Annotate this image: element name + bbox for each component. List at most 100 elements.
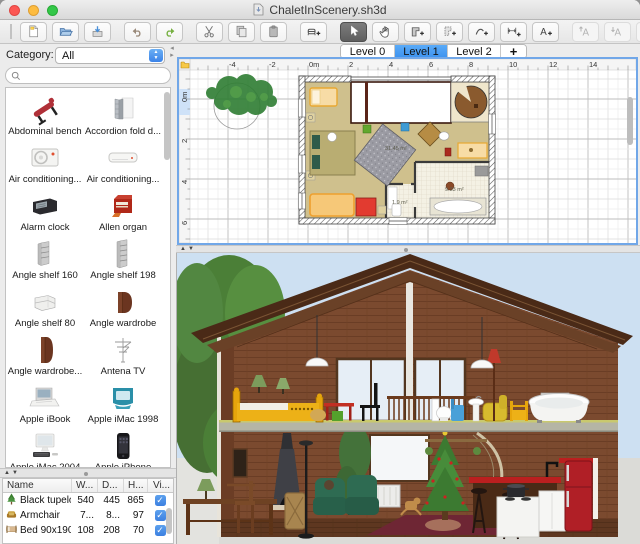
- create-dimensions-button[interactable]: [500, 22, 527, 42]
- category-value: All: [62, 50, 74, 62]
- catalog-item[interactable]: Abdominal bench: [6, 90, 84, 138]
- catalog-item[interactable]: Air conditioning...: [6, 138, 84, 186]
- catalog-item[interactable]: Accordion fold d...: [84, 90, 162, 138]
- column-header-w[interactable]: W...: [71, 479, 97, 492]
- new-plan-button[interactable]: [20, 22, 47, 42]
- catalog-item[interactable]: Angle shelf 160: [6, 234, 84, 282]
- create-walls-button[interactable]: [404, 22, 431, 42]
- save-plan-button[interactable]: [84, 22, 111, 42]
- ruler-label: 10: [509, 60, 517, 69]
- search-field[interactable]: [5, 67, 171, 84]
- undo-icon: [130, 24, 145, 39]
- furniture-name-text: Armchair: [20, 510, 60, 521]
- splitter-grip-icon: [404, 248, 408, 252]
- horizontal-ruler: [179, 59, 636, 70]
- catalog-item-label: Angle shelf 160: [12, 270, 78, 282]
- catalog-item-label: Abdominal bench: [8, 126, 81, 138]
- cell-visible: ✓: [147, 495, 173, 506]
- column-header-h[interactable]: H...: [123, 479, 147, 492]
- catalog-item-label: Angle wardrobe...: [8, 366, 82, 378]
- window-title: ChaletInScenery.sh3d: [269, 3, 386, 17]
- cell-h: 865: [123, 495, 147, 506]
- increase-text-size-button[interactable]: A: [572, 22, 599, 42]
- catalog-scrollbar[interactable]: [164, 92, 170, 160]
- decrease-text-size-icon: A: [610, 24, 625, 39]
- catalog-item[interactable]: Alarm clock: [6, 186, 84, 234]
- ruler-label: -2: [269, 60, 276, 69]
- catalog-item-label: Allen organ: [99, 222, 147, 234]
- create-rooms-button[interactable]: [436, 22, 463, 42]
- catalog-item[interactable]: Allen organ: [84, 186, 162, 234]
- catalog-item-label: Accordion fold d...: [85, 126, 161, 138]
- panel-collapse-arrows[interactable]: ◂▸: [168, 45, 176, 59]
- catalog-item[interactable]: Apple iPhone: [84, 426, 162, 468]
- create-dimensions-icon: [506, 24, 521, 39]
- catalog-item[interactable]: Apple iBook: [6, 378, 84, 426]
- bold-button[interactable]: A: [636, 22, 640, 42]
- search-input[interactable]: [21, 69, 170, 82]
- catalog-table-splitter[interactable]: ▲▼: [0, 468, 176, 478]
- zoom-window-button[interactable]: [47, 5, 58, 16]
- furniture-row[interactable]: Bed 90x19010820870✓: [3, 523, 173, 538]
- apple-imac-1998-icon: [106, 380, 140, 414]
- cut-button[interactable]: [196, 22, 223, 42]
- catalog-item[interactable]: Angle shelf 80: [6, 282, 84, 330]
- toolbar-handle[interactable]: [10, 24, 12, 39]
- title-bar[interactable]: ChaletInScenery.sh3d: [0, 0, 640, 20]
- copy-button[interactable]: [228, 22, 255, 42]
- apple-imac-2004-icon: [28, 428, 62, 462]
- redo-button[interactable]: [156, 22, 183, 42]
- visible-checkbox[interactable]: ✓: [155, 525, 166, 536]
- cell-w: 7...: [71, 510, 97, 521]
- plan-3d-splitter[interactable]: ▲▼: [176, 245, 640, 253]
- add-furniture-button[interactable]: [300, 22, 327, 42]
- catalog-item[interactable]: Angle wardrobe: [84, 282, 162, 330]
- open-plan-button[interactable]: [52, 22, 79, 42]
- ruler-label: 6: [429, 60, 433, 69]
- catalog-item[interactable]: Apple iMac 1998: [84, 378, 162, 426]
- close-button[interactable]: [9, 5, 20, 16]
- splitter-collapse-icons[interactable]: ▲▼: [4, 470, 20, 476]
- plan-scrollbar[interactable]: [627, 97, 633, 145]
- furniture-name-text: Black tupelo: [20, 495, 71, 506]
- column-header-d[interactable]: D...: [97, 479, 123, 492]
- undo-button[interactable]: [124, 22, 151, 42]
- paste-icon: [266, 24, 281, 39]
- alarm-clock-icon: [28, 188, 62, 222]
- catalog-item[interactable]: Angle wardrobe...: [6, 330, 84, 378]
- air-conditioner-wall-icon: [106, 140, 140, 174]
- cell-name: Black tupelo: [3, 493, 71, 508]
- catalog-item[interactable]: Air conditioning...: [84, 138, 162, 186]
- visible-checkbox[interactable]: ✓: [155, 510, 166, 521]
- create-polylines-button[interactable]: [468, 22, 495, 42]
- select-button[interactable]: [340, 22, 367, 42]
- table-scrollbar[interactable]: [166, 508, 172, 534]
- column-header-name[interactable]: Name: [3, 479, 71, 492]
- cell-name: Armchair: [3, 508, 71, 523]
- catalog-item[interactable]: Apple iMac 2004: [6, 426, 84, 468]
- 3d-view[interactable]: [176, 253, 640, 544]
- pan-button[interactable]: [372, 22, 399, 42]
- antenna-tv-icon: [106, 332, 140, 366]
- paste-button[interactable]: [260, 22, 287, 42]
- furniture-row[interactable]: Black tupelo540445865✓: [3, 493, 173, 508]
- category-select[interactable]: All ▲▼: [55, 47, 165, 64]
- armchair-icon: [6, 508, 17, 523]
- splitter-grip-icon: [84, 472, 88, 476]
- furniture-row[interactable]: Armchair7...8...97✓: [3, 508, 173, 523]
- minimize-button[interactable]: [28, 5, 39, 16]
- catalog-item[interactable]: Angle shelf 198: [84, 234, 162, 282]
- select-stepper-icon: ▲▼: [149, 49, 163, 62]
- catalog-item[interactable]: Antena TV: [84, 330, 162, 378]
- column-header-visible[interactable]: Vi...: [147, 479, 173, 492]
- splitter-collapse-icons[interactable]: ▲▼: [180, 246, 196, 252]
- decrease-text-size-button[interactable]: A: [604, 22, 631, 42]
- visible-checkbox[interactable]: ✓: [155, 495, 166, 506]
- plan-view[interactable]: 31.45 m² 9.33 m² 1.9 m² -4-20m2468101214…: [177, 57, 638, 245]
- category-label: Category:: [6, 49, 54, 61]
- 3d-scene: [177, 253, 640, 544]
- create-text-button[interactable]: A: [532, 22, 559, 42]
- cell-w: 540: [71, 495, 97, 506]
- save-plan-icon: [90, 24, 105, 39]
- toolbar-group-file: [20, 22, 111, 42]
